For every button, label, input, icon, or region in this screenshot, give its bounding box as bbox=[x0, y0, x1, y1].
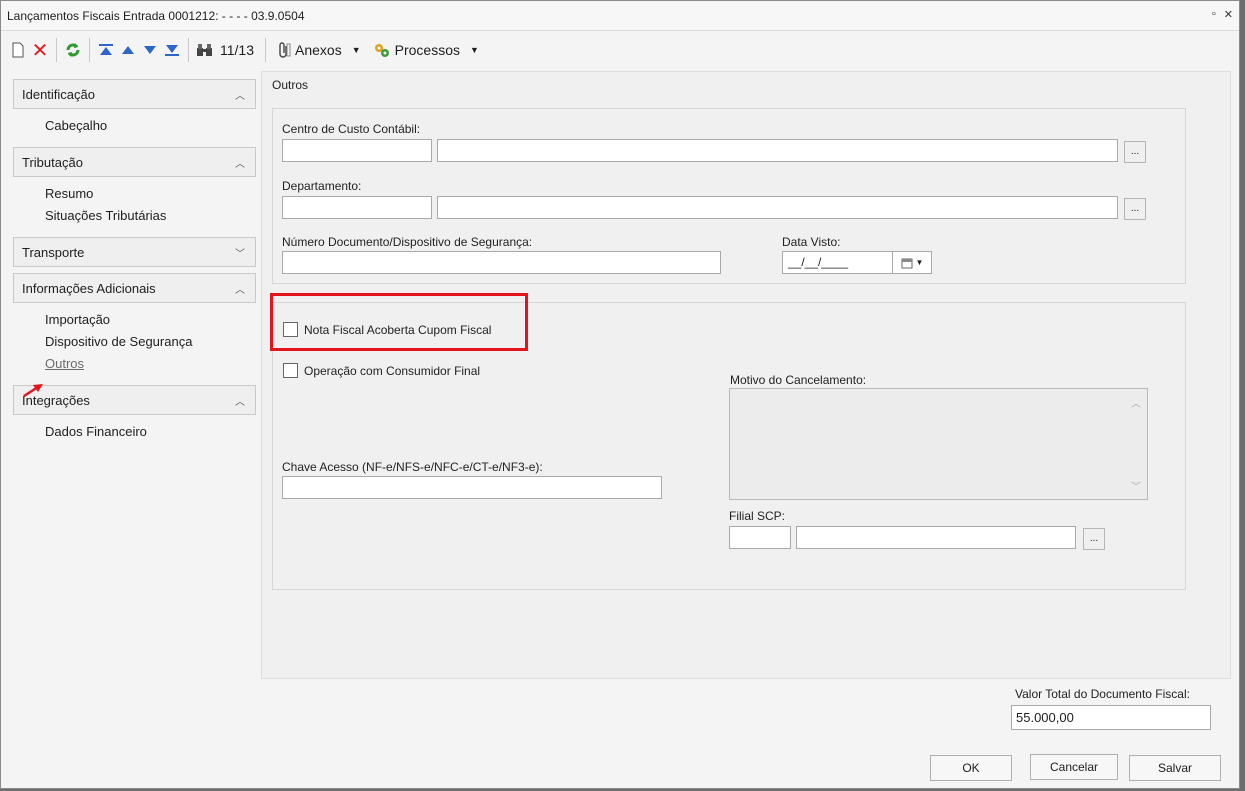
valor-total-label: Valor Total do Documento Fiscal: bbox=[1015, 687, 1190, 701]
next-record-icon[interactable] bbox=[139, 38, 161, 62]
calendar-dropdown-button[interactable]: ▼ bbox=[892, 251, 932, 274]
sidebar-item-dados-financeiro[interactable]: Dados Financeiro bbox=[45, 421, 256, 443]
section-identificacao[interactable]: Identificação ︿ bbox=[13, 79, 256, 109]
sidebar-item-outros[interactable]: Outros bbox=[45, 353, 256, 375]
ok-button[interactable]: OK bbox=[930, 755, 1012, 781]
sidebar-item-situacoes-tributarias[interactable]: Situações Tributárias bbox=[45, 205, 256, 227]
sidebar-item-cabecalho[interactable]: Cabeçalho bbox=[45, 115, 256, 137]
toolbar: ✕ 11/13 Anexos ▼ Processos ▼ bbox=[1, 32, 1239, 68]
section-title: Tributação bbox=[22, 154, 83, 170]
anexos-menu[interactable]: Anexos ▼ bbox=[271, 42, 367, 58]
departamento-code-input[interactable] bbox=[282, 196, 432, 219]
section-title: Identificação bbox=[22, 86, 95, 102]
scroll-down-icon: ﹀ bbox=[1131, 482, 1141, 493]
consumidor-final-label: Operação com Consumidor Final bbox=[304, 364, 481, 378]
sidebar-item-resumo[interactable]: Resumo bbox=[45, 183, 256, 205]
section-integracoes[interactable]: Integrações ︿ bbox=[13, 385, 256, 415]
anexos-label: Anexos bbox=[295, 42, 342, 58]
sidebar-item-importacao[interactable]: Importação bbox=[45, 309, 256, 331]
centro-custo-lookup-button[interactable]: ... bbox=[1124, 141, 1146, 163]
data-visto-label: Data Visto: bbox=[782, 235, 841, 249]
section-transporte[interactable]: Transporte ﹀ bbox=[13, 237, 256, 267]
binoculars-icon[interactable] bbox=[194, 38, 216, 62]
departamento-label: Departamento: bbox=[282, 179, 362, 193]
numero-documento-label: Número Documento/Dispositivo de Seguranç… bbox=[282, 235, 533, 249]
delete-icon[interactable]: ✕ bbox=[29, 38, 51, 62]
centro-custo-description-input[interactable] bbox=[437, 139, 1118, 162]
first-record-icon[interactable] bbox=[95, 38, 117, 62]
departamento-lookup-button[interactable]: ... bbox=[1124, 198, 1146, 220]
filial-scp-lookup-button[interactable]: ... bbox=[1083, 528, 1105, 550]
paperclip-icon bbox=[279, 42, 291, 58]
section-informacoes-adicionais[interactable]: Informações Adicionais ︿ bbox=[13, 273, 256, 303]
chevron-up-icon: ︿ bbox=[235, 158, 245, 170]
chevron-down-icon: ▼ bbox=[469, 45, 479, 55]
section-title: Informações Adicionais bbox=[22, 280, 156, 296]
refresh-icon[interactable] bbox=[62, 38, 84, 62]
window-title: Lançamentos Fiscais Entrada 0001212: - -… bbox=[7, 8, 305, 23]
title-bar: Lançamentos Fiscais Entrada 0001212: - -… bbox=[1, 1, 1239, 31]
chevron-up-icon: ︿ bbox=[235, 90, 245, 102]
sidebar-item-dispositivo-seguranca[interactable]: Dispositivo de Segurança bbox=[45, 331, 256, 353]
chevron-up-icon: ︿ bbox=[235, 396, 245, 408]
chave-acesso-label: Chave Acesso (NF-e/NFS-e/NFC-e/CT-e/NF3-… bbox=[282, 460, 543, 474]
centro-custo-label: Centro de Custo Contábil: bbox=[282, 122, 421, 136]
toolbar-separator bbox=[56, 38, 57, 62]
centro-custo-code-input[interactable] bbox=[282, 139, 432, 162]
restore-icon[interactable]: ▫ bbox=[1212, 8, 1216, 21]
filial-scp-code-input[interactable] bbox=[729, 526, 791, 549]
processos-menu[interactable]: Processos ▼ bbox=[367, 42, 485, 58]
processos-label: Processos bbox=[394, 42, 460, 58]
chave-acesso-input[interactable] bbox=[282, 476, 662, 499]
chevron-down-icon: ▼ bbox=[915, 258, 924, 267]
filial-scp-description-input[interactable] bbox=[796, 526, 1076, 549]
gears-icon bbox=[374, 44, 389, 57]
content-panel: Outros Centro de Custo Contábil: ... Dep… bbox=[261, 71, 1231, 679]
section-tributacao[interactable]: Tributação ︿ bbox=[13, 147, 256, 177]
close-icon[interactable]: ✕ bbox=[1224, 8, 1233, 21]
salvar-button[interactable]: Salvar bbox=[1129, 755, 1221, 781]
new-document-icon[interactable] bbox=[7, 38, 29, 62]
motivo-cancelamento-label: Motivo do Cancelamento: bbox=[730, 373, 867, 387]
numero-documento-input[interactable] bbox=[282, 251, 721, 274]
section-title: Transporte bbox=[22, 244, 85, 260]
motivo-cancelamento-textarea: ︿ ﹀ bbox=[729, 388, 1148, 500]
red-arrow-icon bbox=[23, 384, 43, 398]
chevron-up-icon: ︿ bbox=[235, 284, 245, 296]
last-record-icon[interactable] bbox=[161, 38, 183, 62]
sidebar: Identificação ︿ Cabeçalho Tributação ︿ R… bbox=[13, 79, 256, 453]
consumidor-final-checkbox[interactable] bbox=[283, 363, 298, 378]
cancelar-button[interactable]: Cancelar bbox=[1030, 754, 1118, 780]
valor-total-input[interactable]: 55.000,00 bbox=[1011, 705, 1211, 730]
scroll-up-icon: ︿ bbox=[1131, 399, 1141, 410]
previous-record-icon[interactable] bbox=[117, 38, 139, 62]
toolbar-separator bbox=[188, 38, 189, 62]
chevron-down-icon: ▼ bbox=[351, 45, 361, 55]
data-visto-input[interactable]: __/__/____ bbox=[782, 251, 893, 274]
toolbar-separator bbox=[265, 38, 266, 62]
departamento-description-input[interactable] bbox=[437, 196, 1118, 219]
toolbar-separator bbox=[89, 38, 90, 62]
red-highlight-box bbox=[270, 293, 528, 351]
calendar-icon bbox=[901, 258, 913, 268]
filial-scp-label: Filial SCP: bbox=[729, 509, 786, 523]
record-counter: 11/13 bbox=[220, 42, 254, 58]
chevron-down-icon: ﹀ bbox=[235, 248, 245, 260]
lancamentos-window: Lançamentos Fiscais Entrada 0001212: - -… bbox=[0, 0, 1240, 789]
section-heading-outros: Outros bbox=[272, 78, 309, 92]
